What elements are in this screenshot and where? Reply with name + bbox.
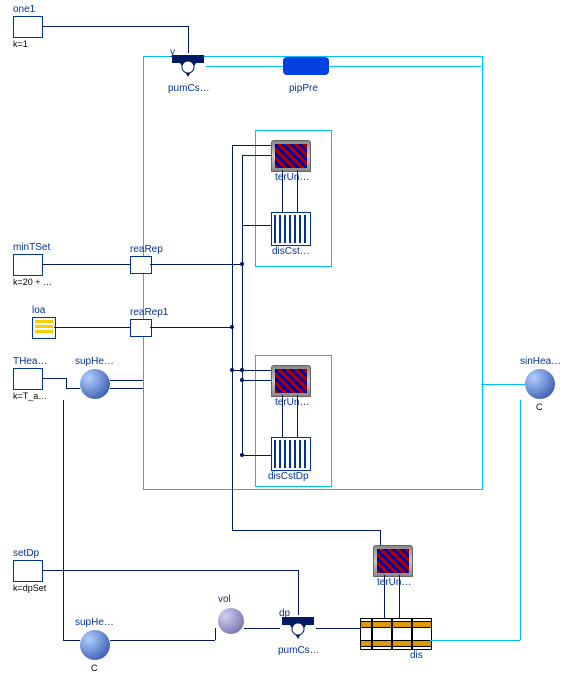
pumCs2-label: pumCs… <box>278 645 320 656</box>
reaRep1-block[interactable] <box>130 319 152 337</box>
pipPre-block[interactable] <box>283 57 329 75</box>
dis-label: dis <box>410 650 423 661</box>
pumCs1-label: pumCs… <box>168 83 210 94</box>
one1-label: one1 <box>13 4 35 15</box>
supHe2-block[interactable] <box>80 630 110 660</box>
reaRep1-label: reaRep1 <box>130 307 168 318</box>
THea-block[interactable] <box>13 368 43 390</box>
terUn1-label: terUn… <box>275 172 309 183</box>
disCstDp-label: disCstDp <box>268 471 309 482</box>
disCst1-label: disCst… <box>272 246 310 257</box>
terUn3-block[interactable] <box>373 545 413 577</box>
supHe2-sub: C <box>91 663 98 673</box>
loa-block[interactable] <box>32 317 56 339</box>
vol-label: vol <box>218 594 231 605</box>
one1-sub: k=1 <box>13 39 28 49</box>
terUn2-block[interactable] <box>271 365 311 397</box>
minTSet-label: minTSet <box>13 242 50 253</box>
minTSet-block[interactable] <box>13 254 43 276</box>
terUn1-block[interactable] <box>271 140 311 172</box>
sinHea-block[interactable] <box>525 369 555 399</box>
sinHea-label: sinHea… <box>520 356 561 367</box>
reaRep-block[interactable] <box>130 256 152 274</box>
pipPre-m: m <box>300 48 308 59</box>
supHe1-label: supHe… <box>75 356 114 367</box>
supHe2-label: supHe… <box>75 617 114 628</box>
THea-label: THea… <box>13 356 47 367</box>
setDp-sub: k=dpSet <box>13 583 46 593</box>
pumCs2-block[interactable] <box>280 615 316 643</box>
dis-block[interactable] <box>360 618 432 650</box>
loa-label: loa <box>32 305 45 316</box>
disCst1-block[interactable] <box>271 212 311 246</box>
terUn2-label: terUn… <box>275 397 309 408</box>
one1-block[interactable] <box>13 16 43 38</box>
reaRep-label: reaRep <box>130 244 163 255</box>
sinHea-sub: C <box>536 402 543 412</box>
supHe1-block[interactable] <box>80 369 110 399</box>
setDp-label: setDp <box>13 548 39 559</box>
disCstDp-block[interactable] <box>271 437 311 471</box>
pipPre-label: pipPre <box>289 83 318 94</box>
setDp-block[interactable] <box>13 560 43 582</box>
THea-sub: k=T_a… <box>13 391 47 401</box>
minTSet-sub: k=20 + … <box>13 277 52 287</box>
vol-block[interactable] <box>218 608 244 634</box>
pumCs1-block[interactable] <box>170 53 206 81</box>
terUn3-label: terUn… <box>377 577 411 588</box>
